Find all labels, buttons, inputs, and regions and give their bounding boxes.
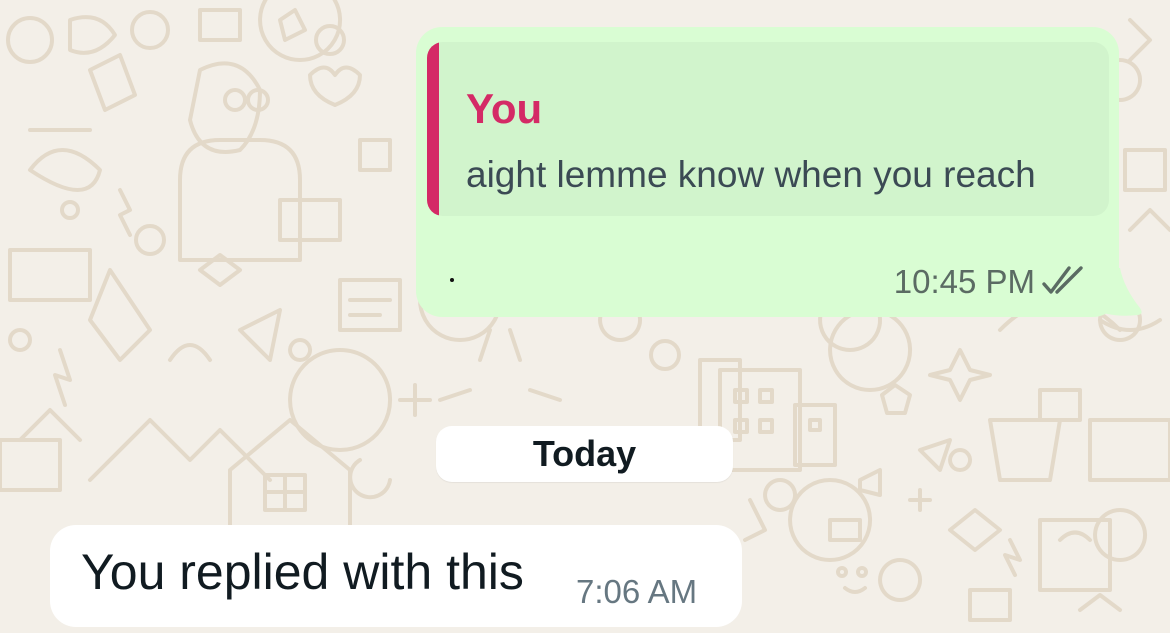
incoming-message-bubble[interactable]: You replied with this 7:06 AM: [50, 525, 742, 627]
quote-accent-bar: [427, 42, 439, 216]
message-text: You replied with this: [81, 544, 524, 600]
quoted-message[interactable]: You aight lemme know when you reach: [427, 42, 1109, 216]
message-timestamp: 7:06 AM: [576, 573, 698, 610]
outgoing-message-bubble[interactable]: You aight lemme know when you reach 10:4…: [416, 27, 1119, 317]
quote-author: You: [466, 85, 543, 132]
message-body-dot: [450, 278, 454, 282]
message-timestamp: 10:45 PM: [893, 263, 1035, 300]
date-separator-label: Today: [532, 433, 637, 474]
quote-text: aight lemme know when you reach: [466, 154, 1036, 195]
date-separator: Today: [436, 426, 733, 482]
double-check-icon: [1042, 266, 1083, 294]
